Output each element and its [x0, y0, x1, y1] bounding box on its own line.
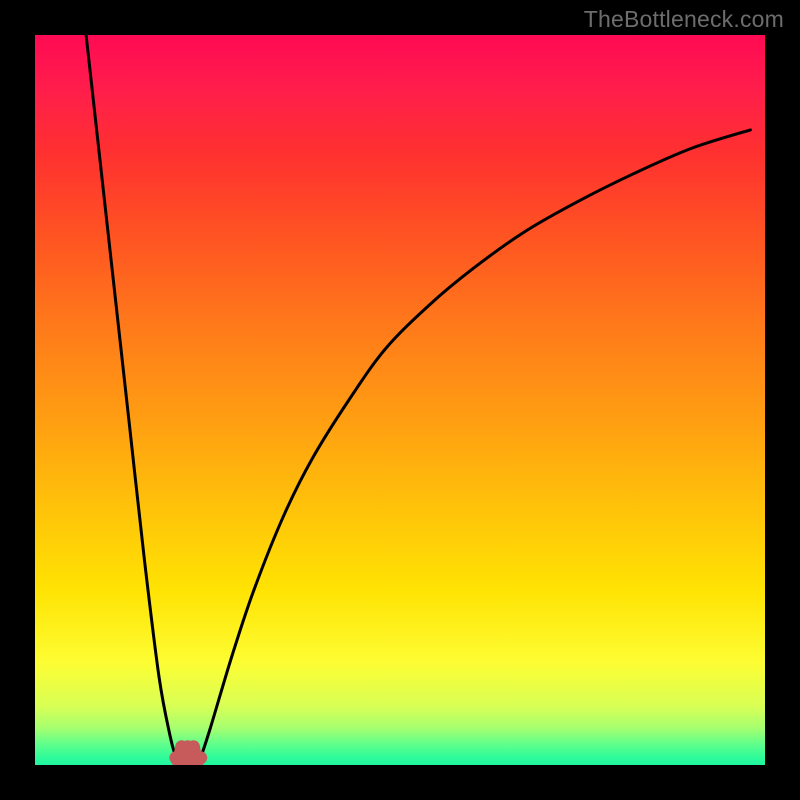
- plot-area: [35, 35, 765, 765]
- curve-right-branch: [201, 130, 751, 758]
- chart-frame: TheBottleneck.com: [0, 0, 800, 800]
- watermark-label: TheBottleneck.com: [584, 6, 784, 33]
- curve-left-branch: [86, 35, 176, 758]
- bottleneck-curve: [35, 35, 765, 765]
- curve-valley-marker: [176, 747, 201, 762]
- curve-group: [86, 35, 750, 762]
